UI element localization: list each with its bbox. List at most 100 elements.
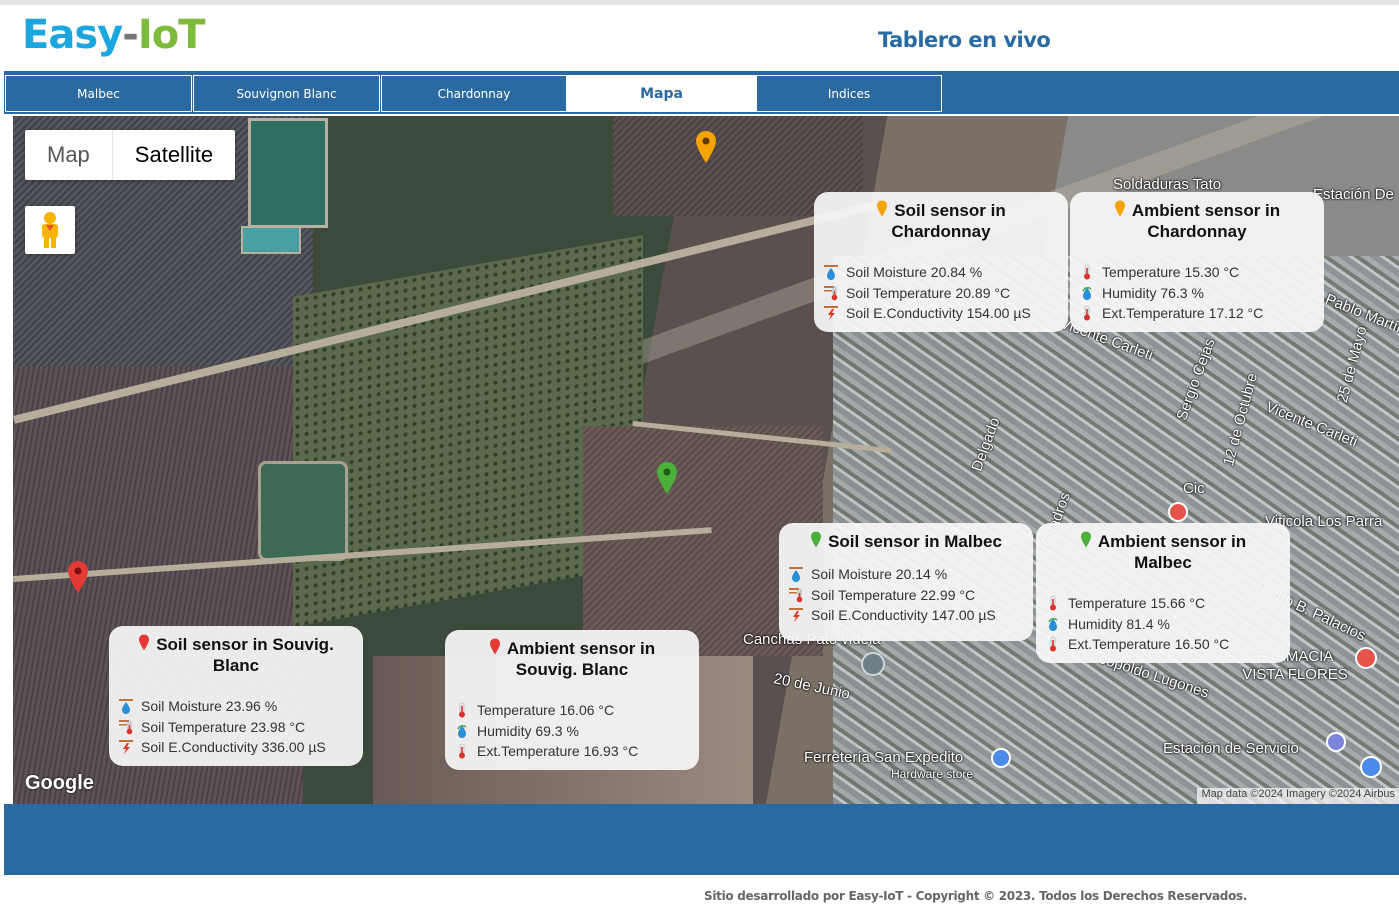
map-type-satellite-button[interactable]: Satellite: [111, 130, 235, 180]
sensor-reading-row: Soil E.Conductivity 336.00 µS: [119, 737, 353, 758]
sensor-reading-text: Ext.Temperature 16.50 °C: [1068, 636, 1230, 652]
street-view-pegman-button[interactable]: [25, 206, 75, 254]
humidity-icon: [455, 723, 469, 739]
sensor-reading-text: Soil Temperature 20.89 °C: [846, 284, 1011, 301]
sensor-reading-text: Ext.Temperature 16.93 °C: [477, 743, 639, 759]
humidity-icon: [1046, 616, 1060, 632]
sensor-reading-text: Humidity 81.4 %: [1068, 615, 1170, 632]
sensor-reading-text: Soil E.Conductivity 336.00 µS: [141, 739, 326, 755]
sensor-reading-row: Ext.Temperature 16.50 °C: [1046, 634, 1280, 655]
pegman-icon: [42, 212, 58, 248]
sensor-reading-text: Soil Moisture 20.14 %: [811, 566, 948, 582]
shopping-poi-icon[interactable]: [991, 748, 1011, 768]
card-title: Ambient sensor in Chardonnay: [1080, 200, 1314, 242]
tab-souvignon-blanc[interactable]: Souvignon Blanc: [193, 75, 380, 112]
map-pond: [248, 118, 328, 228]
card-title: Ambient sensor in Malbec: [1046, 531, 1280, 573]
soil-moisture-icon: [119, 698, 133, 715]
thermometer-icon: [1046, 636, 1060, 652]
sensor-reading-text: Soil Moisture 20.84 %: [846, 264, 983, 280]
sensor-reading-row: Ext.Temperature 17.12 °C: [1080, 303, 1314, 324]
sensor-reading-row: Soil Moisture 20.14 %: [789, 564, 1023, 585]
sensor-reading-text: Temperature 16.06 °C: [477, 702, 615, 718]
souvignon-marker-icon[interactable]: [67, 560, 89, 594]
map-place-label: Estación De: [1313, 186, 1394, 203]
card-title: Soil sensor in Chardonnay: [824, 200, 1058, 242]
sensor-reading-text: Humidity 69.3 %: [477, 722, 579, 739]
sensor-reading-row: Ext.Temperature 16.93 °C: [455, 741, 689, 762]
sensor-card-ambient-malbec: Ambient sensor in Malbec Temperature 15.…: [1036, 523, 1290, 663]
pin-icon: [1080, 531, 1091, 548]
logo-text-iot: IoT: [137, 12, 206, 58]
pin-icon: [489, 638, 500, 655]
tab-indices[interactable]: Indices: [756, 75, 942, 112]
sensor-reading-row: Humidity 81.4 %: [1046, 614, 1280, 635]
pin-icon: [1114, 200, 1125, 217]
sensor-reading-row: Soil Temperature 23.98 °C: [119, 717, 353, 738]
thermometer-icon: [1080, 264, 1094, 280]
health-center-poi-icon[interactable]: [1168, 502, 1188, 522]
sensor-card-soil-chardonnay: Soil sensor in Chardonnay Soil Moisture …: [814, 192, 1068, 332]
soil-conductivity-icon: [824, 305, 838, 321]
gas-station-poi-icon[interactable]: [1326, 732, 1346, 752]
pharmacy-poi-icon[interactable]: [1355, 647, 1377, 669]
map-satellite[interactable]: Soldaduras Tato Estación De Vicente Carl…: [13, 116, 1399, 804]
sensor-reading-row: Soil Temperature 22.99 °C: [789, 585, 1023, 606]
top-bar: [0, 0, 1399, 5]
sensor-reading-text: Ext.Temperature 17.12 °C: [1102, 305, 1264, 321]
logo: Easy-IoT: [22, 12, 206, 58]
card-title-text: Soil sensor in Chardonnay: [891, 201, 1006, 241]
sensor-reading-row: Humidity 69.3 %: [455, 721, 689, 742]
logo-text-easy: Easy: [22, 12, 123, 58]
soil-temperature-icon: [119, 719, 133, 735]
card-title-text: Soil sensor in Souvig. Blanc: [156, 635, 334, 675]
sensor-reading-text: Temperature 15.66 °C: [1068, 595, 1206, 611]
footer-copyright: Sitio desarrollado por Easy-IoT - Copyri…: [704, 889, 1248, 903]
map-place-label: Estación de Servicio: [1163, 740, 1299, 757]
map-pond: [258, 461, 348, 561]
tab-chardonnay[interactable]: Chardonnay: [381, 75, 567, 112]
tab-malbec[interactable]: Malbec: [5, 75, 192, 112]
chardonnay-marker-icon[interactable]: [695, 130, 717, 164]
soil-moisture-icon: [824, 264, 838, 281]
sensor-card-ambient-chardonnay: Ambient sensor in Chardonnay Temperature…: [1070, 192, 1324, 332]
sensor-reading-row: Soil E.Conductivity 154.00 µS: [824, 303, 1058, 324]
thermometer-icon: [1080, 305, 1094, 321]
pin-icon: [811, 531, 822, 548]
google-logo: Google: [25, 772, 94, 794]
sensor-reading-row: Temperature 15.30 °C: [1080, 262, 1314, 283]
sensor-reading-row: Soil Moisture 20.84 %: [824, 262, 1058, 283]
card-title: Ambient sensor in Souvig. Blanc: [455, 638, 689, 680]
sensor-reading-row: Soil Moisture 23.96 %: [119, 696, 353, 717]
tab-mapa[interactable]: Mapa: [567, 75, 756, 112]
soil-conductivity-icon: [119, 739, 133, 755]
card-title-text: Ambient sensor in Malbec: [1097, 532, 1247, 572]
sensor-card-ambient-souvignon: Ambient sensor in Souvig. Blanc Temperat…: [445, 630, 699, 770]
soil-temperature-icon: [824, 285, 838, 301]
map-place-label: Cic: [1183, 480, 1205, 497]
map-place-label: Ferretería San Expedito: [804, 749, 964, 766]
nav-tabs: Malbec Souvignon Blanc Chardonnay Mapa I…: [4, 71, 1399, 114]
sensor-reading-row: Soil Temperature 20.89 °C: [824, 283, 1058, 304]
card-title: Soil sensor in Souvig. Blanc: [119, 634, 353, 676]
thermometer-icon: [1046, 595, 1060, 611]
sensor-reading-text: Soil Temperature 22.99 °C: [811, 586, 976, 603]
place-poi-icon[interactable]: [861, 652, 885, 676]
card-title-text: Soil sensor in Malbec: [828, 532, 1002, 551]
thermometer-icon: [455, 743, 469, 759]
humidity-icon: [1080, 285, 1094, 301]
sensor-reading-text: Soil Temperature 23.98 °C: [141, 718, 306, 735]
map-place-label: Hardware store: [891, 767, 974, 781]
sensor-card-soil-malbec: Soil sensor in Malbec Soil Moisture 20.1…: [779, 523, 1033, 641]
page-title: Tablero en vivo: [878, 28, 1051, 52]
shopping-poi-icon[interactable]: [1360, 756, 1382, 778]
sensor-reading-text: Soil E.Conductivity 147.00 µS: [811, 607, 996, 623]
sensor-reading-text: Humidity 76.3 %: [1102, 284, 1204, 301]
sensor-reading-row: Temperature 15.66 °C: [1046, 593, 1280, 614]
map-type-map-button[interactable]: Map: [25, 130, 112, 180]
card-title: Soil sensor in Malbec: [789, 531, 1023, 552]
sensor-reading-row: Humidity 76.3 %: [1080, 283, 1314, 304]
map-attribution[interactable]: Map data ©2024 Imagery ©2024 Airbus: [1197, 788, 1399, 804]
sensor-reading-text: Soil Moisture 23.96 %: [141, 698, 278, 714]
malbec-marker-icon[interactable]: [656, 461, 678, 495]
